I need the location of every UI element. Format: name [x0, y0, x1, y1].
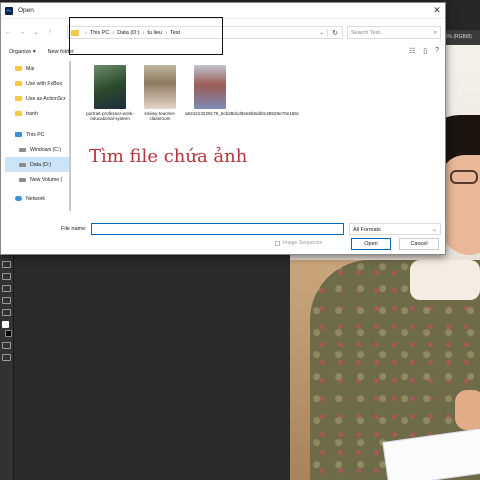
file-name: smiley-teacher-classroom: [144, 111, 176, 122]
command-bar: Organize ▾ New folder ☷ ▯ ?: [1, 45, 447, 59]
address-dropdown-chevron-icon[interactable]: ⌄: [316, 29, 327, 36]
folder-icon: [15, 111, 22, 116]
search-icon: ⌕: [433, 30, 437, 36]
image-sequence-checkbox[interactable]: Image Sequence: [275, 240, 322, 246]
quick-mask-icon[interactable]: [2, 342, 11, 349]
back-arrow-icon[interactable]: ←: [1, 29, 15, 36]
file-thumbnail: [194, 65, 226, 109]
sidebar-item-this-pc[interactable]: This PC: [5, 127, 71, 142]
folder-icon: [15, 81, 22, 86]
search-input[interactable]: Search Test ⌕: [347, 26, 441, 39]
foreground-color-swatch[interactable]: [2, 321, 9, 328]
overlay-caption: Tìm file chứa ảnh: [89, 146, 248, 167]
file-type-select[interactable]: All Formats ⌄: [349, 223, 441, 235]
checkbox-box: [275, 240, 280, 246]
address-row: ← → ⌄ ↑ › This PC › Data (D:) › tu lieu …: [1, 21, 447, 43]
forward-arrow-icon[interactable]: →: [15, 29, 29, 36]
dialog-titlebar: Ps Open ✕: [1, 3, 445, 19]
folder-icon: [15, 96, 22, 101]
drive-icon: [19, 177, 26, 182]
file-list: portrait-professor-work-educational-syst…: [85, 63, 441, 213]
file-name-input[interactable]: [91, 223, 344, 235]
sidebar-item-windows-c[interactable]: Windows (C:): [5, 142, 71, 157]
lasso-tool-icon[interactable]: [2, 261, 11, 268]
sidebar-scrollbar[interactable]: [69, 61, 71, 211]
organize-menu[interactable]: Organize ▾: [9, 49, 36, 55]
help-icon[interactable]: ?: [435, 47, 439, 55]
chevron-down-icon: ⌄: [432, 227, 437, 233]
sidebar-item-tranh[interactable]: tranh: [5, 106, 71, 121]
open-file-dialog: Ps Open ✕ ← → ⌄ ↑ › This PC › Data (D:) …: [0, 2, 446, 255]
file-item[interactable]: portrait-professor-work-educational-syst…: [85, 65, 135, 122]
preview-pane-icon[interactable]: ▯: [423, 47, 427, 55]
up-arrow-icon[interactable]: ↑: [43, 29, 57, 36]
navigation-pane: Mai Use with FxBox Use as ActionScr tran…: [5, 61, 71, 217]
folder-icon: [15, 66, 22, 71]
sidebar-item-mai[interactable]: Mai: [5, 61, 71, 76]
sidebar-item-use-as-actionscr[interactable]: Use as ActionScr: [5, 91, 71, 106]
drive-icon: [19, 162, 26, 167]
screen-mode-icon[interactable]: [2, 354, 11, 361]
computer-icon: [15, 132, 22, 137]
dialog-title: Open: [18, 7, 34, 14]
sidebar-item-new-volume[interactable]: New Volume (: [5, 172, 71, 187]
file-name: portrait-professor-work-educational-syst…: [86, 111, 134, 122]
cancel-button[interactable]: Cancel: [399, 238, 439, 250]
photoshop-app-icon: Ps: [5, 6, 13, 15]
refresh-icon[interactable]: ↻: [327, 28, 342, 37]
sidebar-item-network[interactable]: Network: [5, 191, 71, 206]
sidebar-item-data-d[interactable]: Data (D:): [5, 157, 71, 172]
canvas-area[interactable]: [14, 256, 290, 480]
crop-tool-icon[interactable]: [2, 273, 11, 280]
hand-tool-icon[interactable]: [2, 297, 11, 304]
view-options-icon[interactable]: ☷: [409, 47, 415, 55]
file-thumbnail: [144, 65, 176, 109]
file-name-label: File name:: [61, 226, 87, 232]
network-icon: [15, 196, 22, 201]
file-item[interactable]: smiley-teacher-classroom: [135, 65, 185, 122]
zoom-tool-icon[interactable]: [2, 285, 11, 292]
open-button[interactable]: Open: [351, 238, 391, 250]
dialog-footer: File name: All Formats ⌄ Image Sequence …: [1, 221, 447, 256]
recent-locations-chevron-icon[interactable]: ⌄: [29, 28, 43, 36]
background-color-swatch[interactable]: [5, 330, 12, 337]
file-name: a624213229179_6cb38dcd92e6b6dd0149528e70…: [185, 111, 300, 116]
new-folder-button[interactable]: New folder: [48, 49, 74, 55]
more-tools-icon[interactable]: [2, 309, 11, 316]
close-icon[interactable]: ✕: [429, 5, 445, 16]
tools-panel: [0, 256, 14, 480]
file-item[interactable]: a624213229179_6cb38dcd92e6b6dd0149528e70…: [185, 65, 300, 116]
sidebar-item-use-with-fxbox[interactable]: Use with FxBox: [5, 76, 71, 91]
drive-icon: [19, 147, 26, 152]
file-thumbnail: [94, 65, 126, 109]
